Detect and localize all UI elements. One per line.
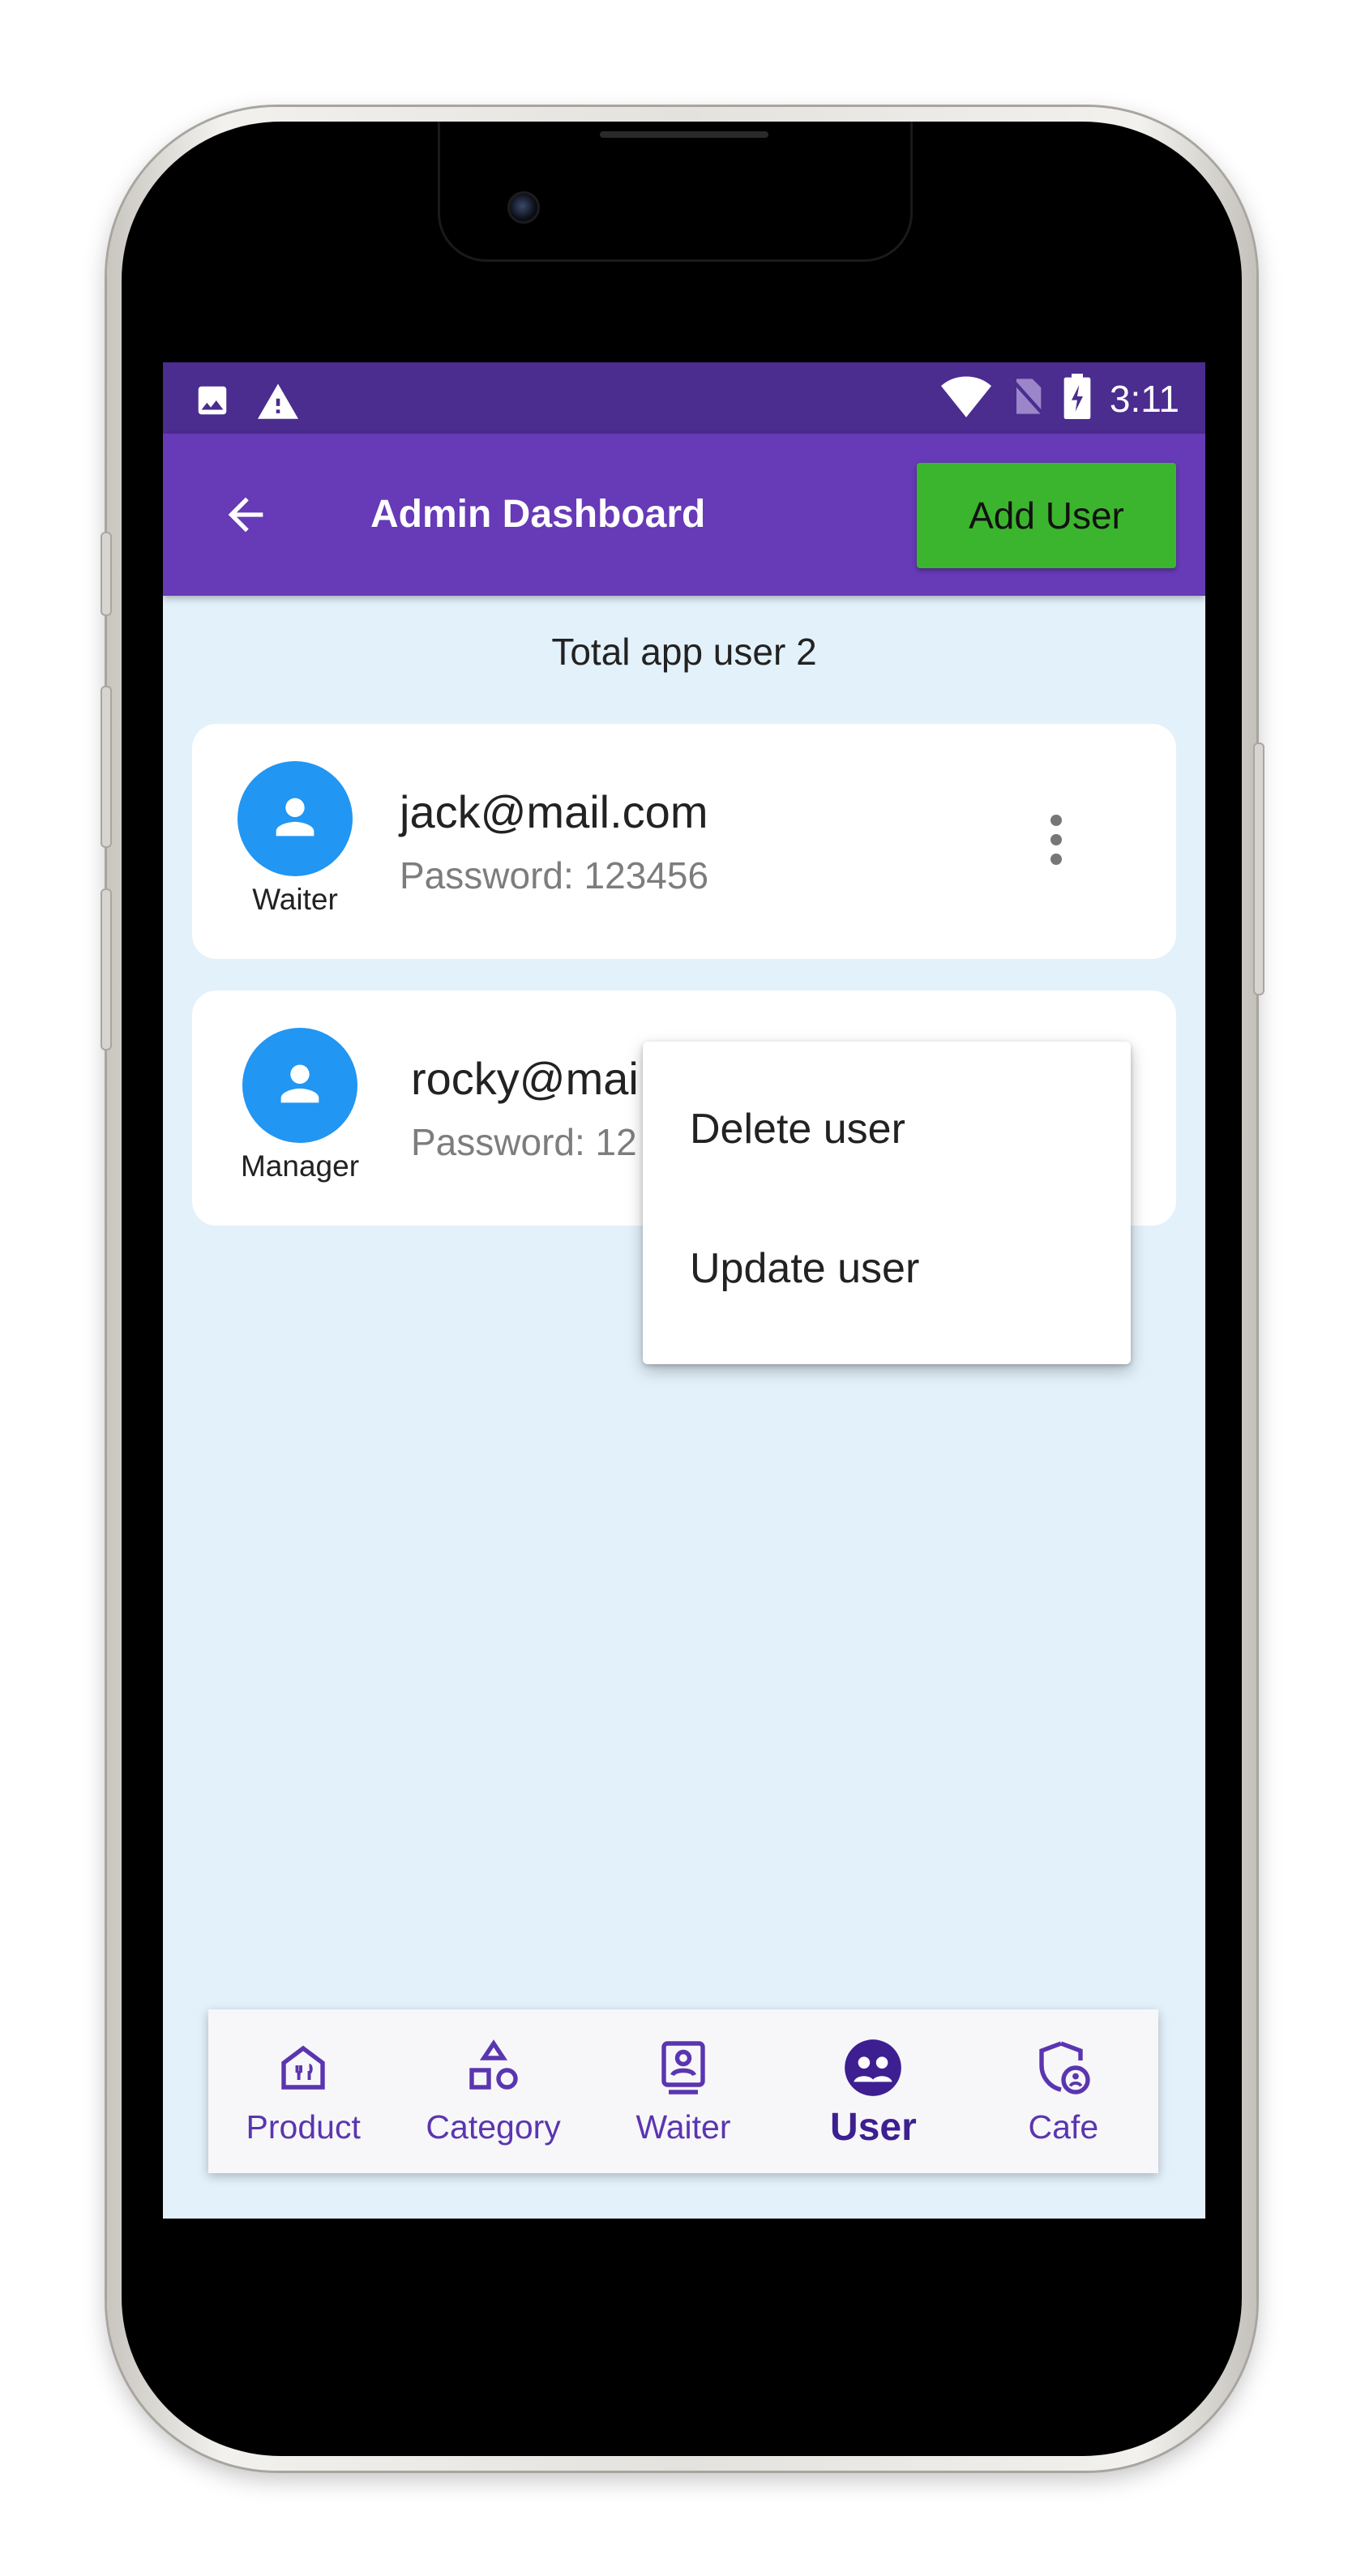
image-icon bbox=[194, 382, 231, 423]
nav-label: Category bbox=[426, 2108, 561, 2146]
status-right-icons: 3:11 bbox=[940, 374, 1179, 423]
status-left-icons bbox=[194, 380, 301, 425]
avatar bbox=[237, 761, 353, 876]
mute-switch bbox=[101, 532, 112, 616]
avatar bbox=[242, 1028, 357, 1143]
page-title: Admin Dashboard bbox=[370, 493, 706, 536]
more-options-button[interactable] bbox=[1032, 803, 1080, 876]
arrow-back-icon bbox=[220, 489, 272, 545]
app-screen: 3:11 Admin Dashboard Add User Total app … bbox=[163, 362, 1205, 2219]
back-button[interactable] bbox=[213, 484, 278, 549]
nav-label: User bbox=[830, 2106, 917, 2149]
more-vert-icon-dot bbox=[1050, 854, 1062, 865]
earpiece-speaker bbox=[600, 131, 768, 138]
user-email: rocky@mai bbox=[411, 1053, 639, 1104]
status-time: 3:11 bbox=[1109, 377, 1179, 420]
nav-label: Cafe bbox=[1028, 2108, 1099, 2146]
volume-up-button bbox=[101, 686, 112, 848]
nav-label: Waiter bbox=[635, 2108, 731, 2146]
no-sim-icon bbox=[1009, 375, 1045, 421]
battery-charging-icon bbox=[1063, 374, 1092, 423]
delete-user-menu-item[interactable]: Delete user bbox=[690, 1105, 905, 1153]
bottom-navigation: Product Category Waiter User Cafe bbox=[208, 2009, 1158, 2173]
nav-item-category[interactable]: Category bbox=[398, 2009, 588, 2173]
add-user-button[interactable]: Add User bbox=[917, 463, 1176, 568]
person-icon bbox=[272, 1055, 328, 1116]
user-password: Password: 123456 bbox=[400, 854, 709, 896]
user-group-icon bbox=[842, 2037, 904, 2099]
user-role-label: Waiter bbox=[252, 883, 338, 916]
user-password: Password: 12 bbox=[411, 1121, 637, 1163]
user-card[interactable]: Waiter jack@mail.com Password: 123456 bbox=[192, 724, 1176, 959]
cafe-shield-icon bbox=[1033, 2037, 1094, 2099]
category-shapes-icon bbox=[463, 2037, 524, 2099]
nav-item-user[interactable]: User bbox=[778, 2009, 968, 2173]
nav-label: Product bbox=[246, 2108, 361, 2146]
person-icon bbox=[267, 789, 323, 849]
power-button bbox=[1253, 742, 1264, 995]
more-vert-icon-dot bbox=[1050, 815, 1062, 826]
camera-notch bbox=[438, 122, 913, 262]
app-bar: Admin Dashboard Add User bbox=[163, 434, 1205, 596]
front-camera-icon bbox=[507, 191, 540, 224]
nav-item-cafe[interactable]: Cafe bbox=[969, 2009, 1158, 2173]
waiter-badge-icon bbox=[653, 2037, 714, 2099]
warning-icon bbox=[255, 380, 301, 425]
user-options-menu: Delete user Update user bbox=[643, 1042, 1131, 1364]
total-users-label: Total app user 2 bbox=[551, 631, 817, 673]
nav-item-waiter[interactable]: Waiter bbox=[588, 2009, 778, 2173]
wifi-icon bbox=[940, 375, 991, 421]
more-vert-icon-dot bbox=[1050, 834, 1062, 845]
volume-down-button bbox=[101, 888, 112, 1051]
user-role-label: Manager bbox=[240, 1149, 360, 1183]
user-email: jack@mail.com bbox=[400, 786, 708, 837]
status-bar: 3:11 bbox=[163, 362, 1205, 434]
product-house-icon bbox=[272, 2037, 334, 2099]
update-user-menu-item[interactable]: Update user bbox=[690, 1244, 919, 1293]
nav-item-product[interactable]: Product bbox=[208, 2009, 398, 2173]
